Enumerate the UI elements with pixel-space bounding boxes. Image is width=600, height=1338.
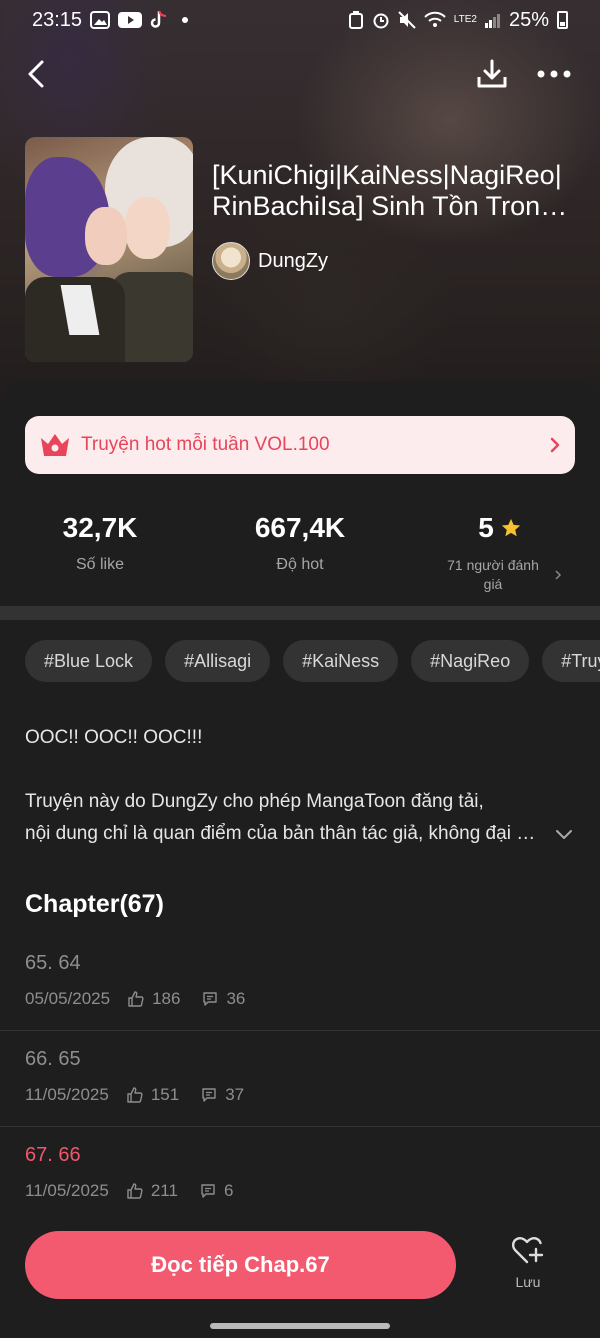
description-line3: nội dung chỉ là quan điểm của bản thân t…	[25, 823, 545, 844]
comment-icon	[201, 1184, 215, 1198]
chapter-row[interactable]: 65. 64 05/05/2025 186 36	[0, 935, 600, 1031]
book-cover[interactable]	[25, 137, 193, 362]
thumbs-up-icon	[127, 1087, 143, 1103]
chapter-date: 11/05/2025	[25, 1181, 109, 1200]
save-button[interactable]: Lưu	[500, 1235, 556, 1299]
stat-hot-label: Độ hot	[276, 556, 324, 573]
youtube-icon	[118, 12, 143, 28]
stat-hot: 667,4K Độ hot	[200, 508, 400, 574]
status-time: 23:15	[32, 8, 83, 31]
chapter-comments: 6	[223, 1181, 234, 1200]
tag-chip[interactable]: #Blue Lock	[25, 640, 153, 682]
tag-list: #Blue Lock #Allisagi #KaiNess #NagiReo #…	[25, 640, 600, 682]
continue-reading-button[interactable]: Đọc tiếp Chap.67	[25, 1231, 456, 1299]
stat-likes: 32,7K Số like	[0, 508, 200, 574]
chapter-date: 11/05/2025	[25, 1085, 109, 1104]
save-label: Lưu	[515, 1274, 541, 1290]
chapter-comments: 36	[226, 989, 246, 1008]
stat-likes-label: Số like	[75, 556, 125, 573]
stat-rating-label: 71 người đánh giá	[447, 557, 539, 592]
battery-percent: 25%	[508, 8, 549, 31]
heart-plus-icon	[511, 1237, 544, 1264]
tag-chip[interactable]: #Allisagi	[165, 640, 271, 682]
chapter-row-current[interactable]: 67. 66 11/05/2025 211 6	[0, 1127, 600, 1223]
notification-dot-icon	[182, 17, 189, 23]
chapter-likes: 151	[150, 1085, 180, 1104]
chapter-date: 05/05/2025	[25, 989, 111, 1008]
book-title-line1: [KuniChigi|KaiNess|NagiReo|	[212, 160, 562, 190]
chapter-list: 65. 64 05/05/2025 186 36 66. 65 11/05/20…	[0, 935, 600, 1223]
chapter-likes: 186	[152, 989, 181, 1008]
chapter-row[interactable]: 66. 65 11/05/2025 151 37	[0, 1031, 600, 1127]
chapter-comments: 37	[225, 1085, 245, 1104]
network-label: LTE2	[453, 14, 477, 25]
hot-banner[interactable]: Truyện hot mỗi tuần VOL.100	[25, 416, 575, 474]
stat-likes-value: 32,7K	[62, 512, 138, 543]
description-line2: Truyện này do DungZy cho phép MangaToon …	[25, 791, 484, 812]
home-indicator[interactable]	[210, 1323, 390, 1329]
chapter-title: 67. 66	[25, 1144, 81, 1166]
chevron-right-icon	[550, 437, 560, 453]
description-line1: OOC!! OOC!! OOC!!!	[25, 727, 203, 748]
mute-icon	[398, 11, 416, 29]
chapter-title: 66. 65	[25, 1048, 81, 1070]
stat-hot-value: 667,4K	[254, 512, 346, 543]
tag-chip[interactable]: #TruyenDam	[542, 640, 600, 682]
author-link[interactable]: DungZy	[212, 242, 328, 280]
back-arrow-icon	[28, 60, 44, 88]
thumbs-up-icon	[127, 1183, 143, 1199]
chevron-down-icon[interactable]	[555, 828, 573, 840]
chapter-heading: Chapter(67)	[25, 890, 164, 918]
more-icon	[537, 70, 571, 78]
chapter-likes: 211	[150, 1181, 178, 1200]
thumbs-up-icon	[128, 991, 144, 1007]
tiktok-icon	[150, 10, 167, 28]
hot-banner-label: Truyện hot mỗi tuần VOL.100	[81, 434, 330, 455]
author-avatar	[212, 242, 250, 280]
wifi-icon	[424, 11, 446, 27]
star-icon	[501, 518, 520, 537]
back-button[interactable]	[14, 52, 58, 96]
battery-icon	[557, 11, 568, 29]
download-icon	[477, 59, 507, 88]
more-button[interactable]	[532, 52, 576, 96]
alarm-icon	[373, 13, 389, 29]
comment-icon	[202, 1088, 216, 1102]
top-nav	[0, 52, 600, 96]
book-title-line2: RinBachiIsa] Sinh Tồn Trong Thế Giới	[212, 191, 580, 221]
tag-chip[interactable]: #NagiReo	[411, 640, 530, 682]
download-button[interactable]	[470, 52, 514, 96]
recycle-icon	[348, 11, 363, 29]
chevron-right-icon	[555, 570, 562, 580]
comment-icon	[203, 992, 218, 1006]
tag-chip[interactable]: #KaiNess	[283, 640, 399, 682]
stats-row: 32,7K Số like 667,4K Độ hot 5 71 người đ…	[0, 508, 600, 598]
section-divider	[0, 606, 600, 620]
author-name: DungZy	[258, 249, 329, 272]
stat-rating-value: 5	[478, 512, 494, 543]
description: OOC!! OOC!! OOC!!! Truyện này do DungZy …	[25, 722, 575, 850]
status-bar: 23:15 LTE2 25%	[0, 0, 600, 40]
gallery-icon	[90, 11, 111, 29]
stat-rating[interactable]: 5 71 người đánh giá	[400, 508, 600, 594]
chapter-title: 65. 64	[25, 952, 81, 974]
crown-icon	[41, 434, 69, 456]
signal-icon	[484, 14, 500, 28]
book-title: [KuniChigi|KaiNess|NagiReo| RinBachiIsa]…	[212, 160, 580, 222]
